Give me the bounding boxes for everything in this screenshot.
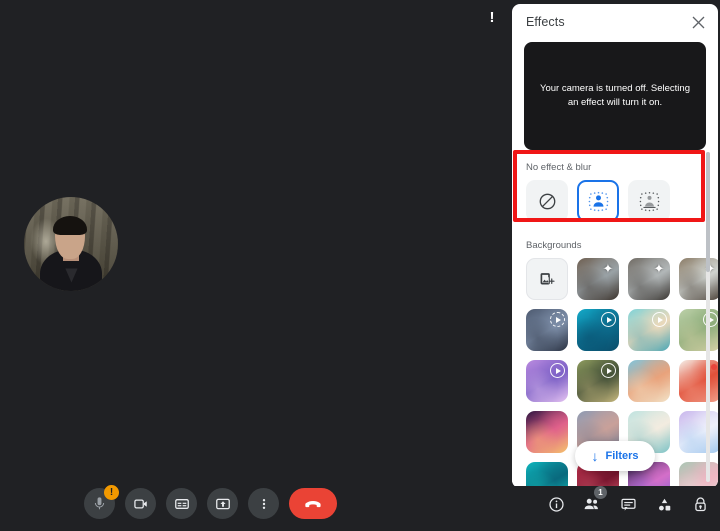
call-controls: ! <box>84 485 337 519</box>
more-vertical-icon <box>257 497 271 511</box>
bg-room-shelf[interactable]: ✦ <box>577 258 619 300</box>
play-icon <box>601 363 616 378</box>
effects-panel: Effects Your camera is turned off. Selec… <box>512 4 718 488</box>
exclamation-glyph: ! <box>489 8 495 26</box>
bg-beach-island[interactable] <box>628 309 670 351</box>
filters-button[interactable]: ↓ Filters <box>575 441 655 471</box>
effects-panel-header: Effects <box>512 4 718 40</box>
host-controls-button[interactable] <box>688 492 712 516</box>
play-icon <box>601 312 616 327</box>
count-badge: 1 <box>594 486 607 499</box>
bg-room-window[interactable]: ✦ <box>628 258 670 300</box>
more-options-button[interactable] <box>248 488 279 519</box>
slight-blur-tile[interactable] <box>577 180 619 222</box>
filters-label: Filters <box>605 450 639 462</box>
bg-garden-figures[interactable] <box>679 309 718 351</box>
add-image-icon <box>540 272 555 284</box>
lock-shield-icon <box>692 496 709 513</box>
video-camera-icon <box>133 496 149 512</box>
phone-hangup-icon <box>303 494 323 514</box>
bg-teal-waves[interactable] <box>526 462 568 488</box>
play-icon <box>550 363 565 378</box>
blur-background-tile[interactable] <box>628 180 670 222</box>
bg-beach-umbrella[interactable] <box>628 360 670 402</box>
camera-off-message: Your camera is turned off. Selecting an … <box>540 83 690 108</box>
chat-bubble-icon <box>620 496 637 513</box>
bg-room-plant[interactable]: ✦ <box>679 258 718 300</box>
camera-preview: Your camera is turned off. Selecting an … <box>524 42 706 150</box>
arrow-down-icon: ↓ <box>591 448 599 464</box>
effects-scroll-area[interactable]: No effect & blur Backgrounds ✦ ✦ ✦ <box>512 152 718 488</box>
play-icon <box>550 312 565 327</box>
upload-background[interactable] <box>526 258 568 300</box>
section-label-no-effect-blur: No effect & blur <box>526 162 592 173</box>
play-icon <box>652 312 667 327</box>
thumbnail-texture <box>679 462 718 488</box>
participant-avatar <box>24 197 118 291</box>
activities-icon <box>656 496 673 513</box>
exclamation-icon: ! <box>487 8 497 26</box>
bg-cherry-blossom[interactable] <box>679 462 718 488</box>
bg-cinema-seats[interactable] <box>526 309 568 351</box>
camera-button[interactable] <box>125 488 156 519</box>
thumbnail-texture <box>526 462 568 488</box>
sparkle-play-icon: ✦ <box>653 261 665 276</box>
closed-captions-icon <box>174 496 190 512</box>
bg-forest-dream[interactable] <box>577 360 619 402</box>
slight-blur-icon <box>588 191 608 211</box>
close-icon[interactable] <box>688 12 708 32</box>
panel-title: Effects <box>526 15 565 29</box>
captions-button[interactable] <box>166 488 197 519</box>
no-effect-icon <box>539 193 555 209</box>
activities-button[interactable] <box>652 492 676 516</box>
chat-button[interactable] <box>616 492 640 516</box>
status-dot <box>711 364 717 370</box>
meeting-tools: 1 <box>544 486 712 516</box>
video-stage <box>0 0 512 486</box>
bg-theater-stage[interactable] <box>526 411 568 453</box>
info-circle-icon <box>548 496 565 513</box>
panel-scrollbar[interactable] <box>706 152 710 482</box>
meeting-details-button[interactable] <box>544 492 568 516</box>
thumbnail-texture <box>628 360 670 402</box>
google-meet-window: ! Effects Your camera is turned off. Sel… <box>0 0 720 531</box>
microphone-icon <box>92 496 107 511</box>
sparkle-play-icon: ✦ <box>602 261 614 276</box>
bg-purple-room[interactable] <box>526 360 568 402</box>
present-screen-icon <box>215 496 231 512</box>
thumbnail-texture <box>526 411 568 453</box>
warning-badge: ! <box>104 485 119 500</box>
no-effect-tile[interactable] <box>526 180 568 222</box>
section-label-backgrounds: Backgrounds <box>526 240 582 251</box>
scrollbar-thumb[interactable] <box>706 152 710 272</box>
bg-coral-art[interactable] <box>679 360 718 402</box>
present-button[interactable] <box>207 488 238 519</box>
thumbnail-texture <box>679 411 718 453</box>
bg-underwater-teal[interactable] <box>577 309 619 351</box>
bg-clouds-lilac[interactable] <box>679 411 718 453</box>
microphone-button[interactable]: ! <box>84 485 119 519</box>
blur-background-icon <box>639 191 659 211</box>
sparkle-play-icon: ✦ <box>704 261 716 276</box>
avatar <box>24 197 118 291</box>
bottom-toolbar: ! 1 <box>0 485 720 531</box>
people-button[interactable]: 1 <box>580 486 607 516</box>
leave-call-button[interactable] <box>289 488 337 519</box>
blur-options-row <box>512 180 718 232</box>
